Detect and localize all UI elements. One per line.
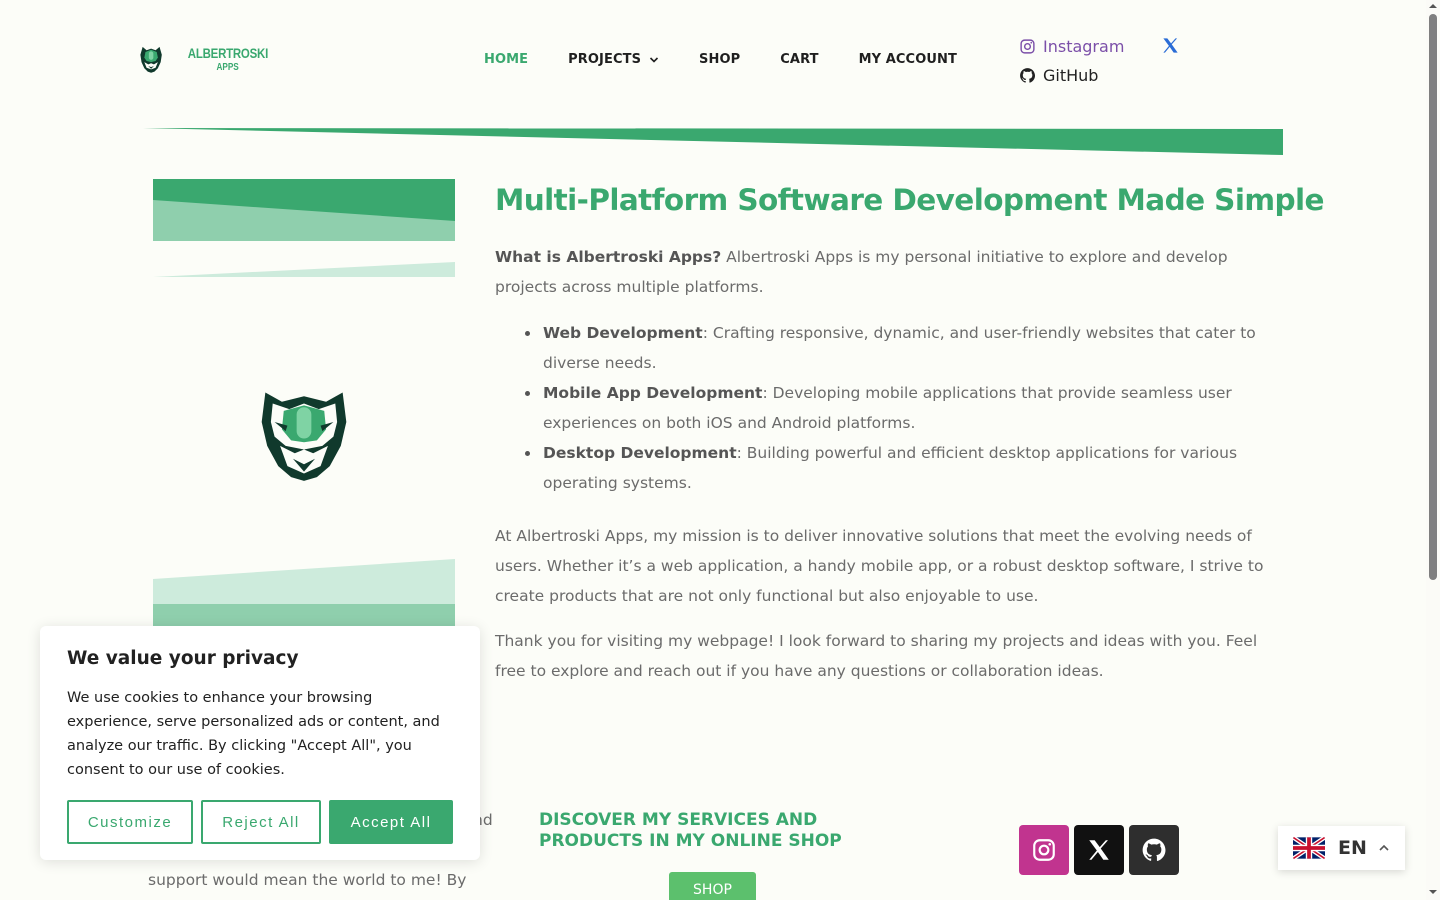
intro-paragraph: What is Albertroski Apps? Albertroski Ap…	[495, 242, 1275, 302]
logo-text-line2: APPS	[216, 62, 240, 73]
language-switcher[interactable]: EN	[1278, 826, 1405, 870]
shop-heading: DISCOVER MY SERVICES AND PRODUCTS IN MY …	[539, 810, 842, 851]
mission-paragraph: At Albertroski Apps, my mission is to de…	[495, 527, 1264, 605]
scroll-down-arrow-icon[interactable]	[1429, 888, 1437, 896]
instagram-link[interactable]: Instagram	[1019, 34, 1124, 58]
service-name: Desktop Development	[543, 444, 737, 462]
thanks-paragraph: Thank you for visiting my webpage! I loo…	[495, 632, 1258, 680]
reject-all-button[interactable]: Reject All	[201, 800, 321, 844]
chevron-up-icon	[1379, 844, 1389, 851]
accept-all-button[interactable]: Accept All	[329, 800, 453, 844]
x-icon[interactable]	[1161, 36, 1180, 55]
scroll-up-arrow-icon[interactable]	[1429, 2, 1437, 10]
shop-button[interactable]: SHOP	[669, 872, 756, 900]
scrollbar-thumb[interactable]	[1429, 14, 1437, 580]
instagram-icon	[1033, 839, 1055, 861]
services-list: Web Development: Crafting responsive, dy…	[525, 318, 1275, 498]
tiger-mascot-icon	[261, 392, 347, 481]
list-item: Desktop Development: Building powerful a…	[525, 438, 1275, 498]
main-nav: HOME PROJECTS SHOP CART MY ACCOUNT	[484, 52, 997, 67]
tiger-logo-icon	[140, 46, 162, 73]
language-code: EN	[1338, 837, 1367, 859]
cookie-title: We value your privacy	[67, 648, 299, 669]
github-link[interactable]: GitHub	[1019, 63, 1124, 87]
nav-home[interactable]: HOME	[484, 52, 528, 67]
list-item: Mobile App Development: Developing mobil…	[525, 378, 1275, 438]
shop-promo: DISCOVER MY SERVICES AND PRODUCTS IN MY …	[539, 810, 899, 852]
list-item: Web Development: Crafting responsive, dy…	[525, 318, 1275, 378]
site-logo[interactable]: ALBERTROSKI APPS	[137, 31, 277, 87]
nav-projects-label: PROJECTS	[568, 52, 642, 67]
page-scrollbar[interactable]	[1426, 0, 1440, 900]
uk-flag-icon	[1293, 836, 1325, 860]
nav-shop[interactable]: SHOP	[699, 52, 740, 67]
intro-bold: What is Albertroski Apps?	[495, 248, 722, 266]
instagram-label: Instagram	[1043, 36, 1125, 56]
service-name: Web Development	[543, 324, 703, 342]
page-title: Multi-Platform Software Development Made…	[495, 183, 1325, 217]
cookie-buttons: Customize Reject All Accept All	[67, 800, 453, 844]
nav-my-account[interactable]: MY ACCOUNT	[859, 52, 957, 67]
github-icon	[1020, 67, 1036, 83]
cookie-body: We use cookies to enhance your browsing …	[67, 690, 440, 778]
instagram-icon	[1020, 38, 1035, 54]
chevron-down-icon	[649, 56, 659, 63]
cookie-consent-banner: We value your privacy We use cookies to …	[40, 626, 480, 860]
github-label: GitHub	[1043, 65, 1099, 85]
github-icon	[1142, 838, 1166, 861]
customize-button[interactable]: Customize	[67, 800, 193, 844]
decorative-divider	[143, 128, 1283, 155]
nav-projects[interactable]: PROJECTS	[568, 52, 659, 67]
main-content: Multi-Platform Software Development Made…	[495, 180, 1325, 686]
instagram-square-button[interactable]	[1019, 825, 1069, 875]
github-square-button[interactable]	[1129, 825, 1179, 875]
x-square-button[interactable]	[1074, 825, 1124, 875]
nav-cart[interactable]: CART	[780, 52, 818, 67]
service-name: Mobile App Development	[543, 384, 763, 402]
footer-line-3: support would mean the world to me! By f…	[148, 871, 467, 889]
logo-text-line1: ALBERTROSKI	[187, 45, 269, 61]
site-header: ALBERTROSKI APPS HOME PROJECTS SHOP CART…	[0, 0, 1440, 155]
x-icon	[1089, 840, 1109, 860]
header-social-links: Instagram GitHub	[1019, 34, 1124, 92]
